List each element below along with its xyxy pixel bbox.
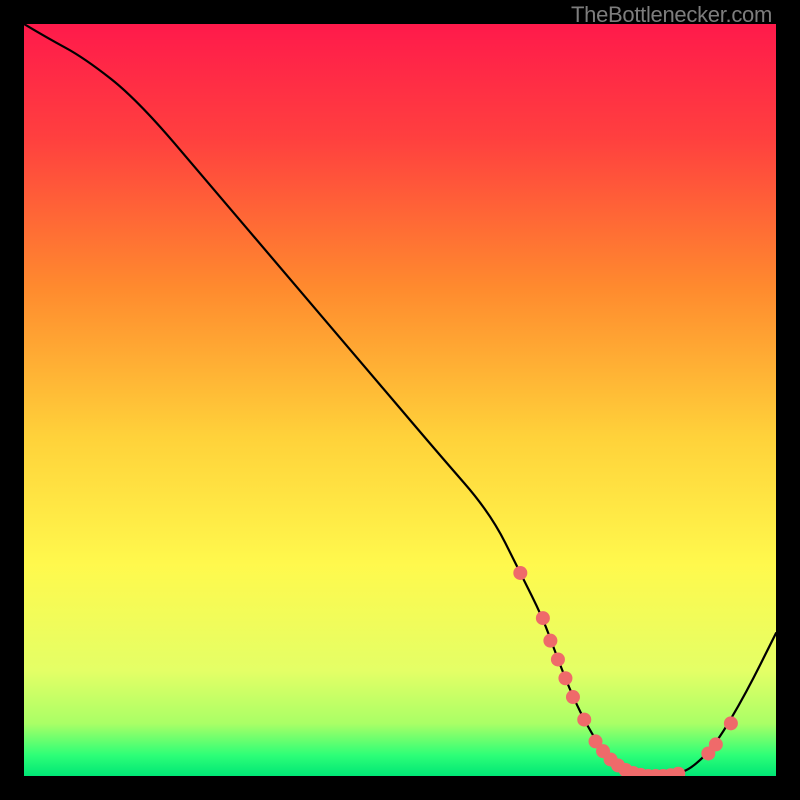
marker-point: [551, 652, 565, 666]
gradient-background: [24, 24, 776, 776]
marker-point: [566, 690, 580, 704]
marker-point: [513, 566, 527, 580]
marker-point: [536, 611, 550, 625]
marker-point: [543, 634, 557, 648]
bottleneck-chart: [24, 24, 776, 776]
marker-point: [709, 737, 723, 751]
chart-area: [24, 24, 776, 776]
marker-point: [558, 671, 572, 685]
marker-point: [724, 716, 738, 730]
marker-point: [577, 713, 591, 727]
